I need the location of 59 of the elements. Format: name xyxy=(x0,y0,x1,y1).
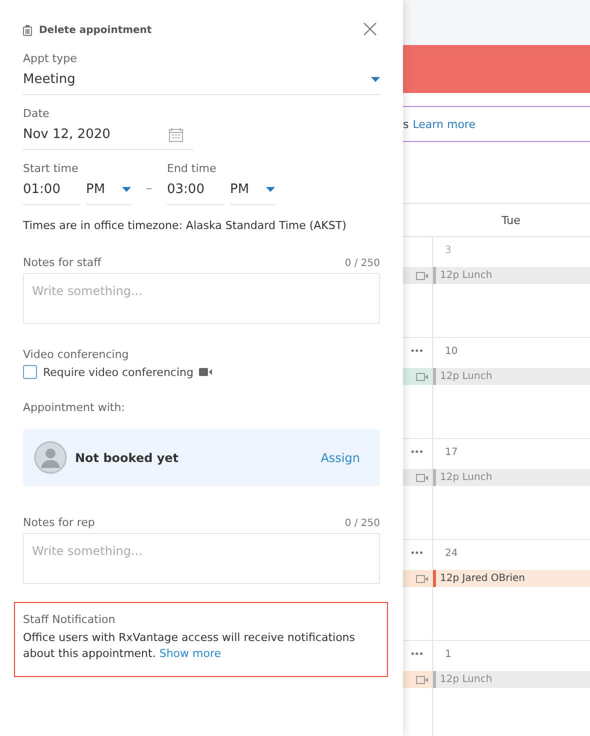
show-more-link[interactable]: Show more xyxy=(159,646,222,660)
calendar-event[interactable]: 12p Lunch xyxy=(433,469,590,486)
checkbox[interactable] xyxy=(23,365,37,379)
booking-status: Not booked yet xyxy=(75,450,180,464)
range-dash: – xyxy=(145,181,153,197)
more-menu-button[interactable]: ••• xyxy=(403,338,432,366)
video-camera-icon xyxy=(416,372,428,380)
period-select[interactable]: PM xyxy=(230,175,275,205)
more-menu-button[interactable]: ••• xyxy=(403,540,432,568)
field-label: Appointment with: xyxy=(23,401,126,414)
day-header: Tue xyxy=(502,214,520,226)
notification-title: Staff Notification xyxy=(23,613,116,626)
video-camera-icon xyxy=(199,368,212,376)
character-count: 0 / 250 xyxy=(344,518,380,529)
date-number: 1 xyxy=(444,648,452,662)
video-camera-icon xyxy=(416,574,428,582)
close-icon xyxy=(363,22,377,36)
rep-notes-field[interactable]: Write something... xyxy=(23,533,380,584)
date-number: 24 xyxy=(444,547,459,561)
date-number: 10 xyxy=(444,345,459,359)
field-label: Notes for staff xyxy=(23,256,102,269)
timezone-note: Times are in office timezone: Alaska Standard Time (AKST) xyxy=(23,219,348,232)
more-menu-button[interactable]: ••• xyxy=(403,439,432,467)
banner-text: s xyxy=(403,118,409,130)
period-select[interactable]: PM xyxy=(86,175,131,205)
end-time-field[interactable]: 03:00 xyxy=(167,175,224,205)
calendar-event[interactable]: 12p Lunch xyxy=(433,671,590,688)
assign-link[interactable]: Assign xyxy=(320,450,360,464)
delete-button[interactable]: Delete appointment xyxy=(23,24,152,36)
date-number: 17 xyxy=(444,446,459,460)
trash-icon xyxy=(23,24,32,36)
field-label: Start time xyxy=(23,162,80,175)
character-count: 0 / 250 xyxy=(344,258,380,269)
video-camera-icon xyxy=(416,474,428,482)
close-button[interactable] xyxy=(363,22,379,38)
calendar-event[interactable]: 12p Jared OBrien xyxy=(433,570,590,587)
more-menu-button[interactable]: ••• xyxy=(403,641,432,669)
field-label: Date xyxy=(23,107,50,120)
calendar-event[interactable]: 12p Lunch xyxy=(433,267,590,284)
caret-icon xyxy=(371,77,380,82)
checkbox-label: Require video conferencing xyxy=(43,366,194,378)
caret-icon xyxy=(266,187,275,192)
calendar-icon xyxy=(169,128,183,142)
start-time-field[interactable]: 01:00 xyxy=(23,175,80,205)
video-camera-icon xyxy=(416,272,428,280)
field-label: End time xyxy=(167,162,218,175)
video-camera-icon xyxy=(416,676,428,684)
calendar-event[interactable]: 12p Lunch xyxy=(433,368,590,385)
appt-type-select[interactable]: Meeting xyxy=(23,65,380,95)
avatar-icon xyxy=(34,441,67,474)
staff-notes-field[interactable]: Write something... xyxy=(23,273,380,324)
field-label: Appt type xyxy=(23,52,78,65)
caret-icon xyxy=(122,187,131,192)
notification-text: Office users with RxVantage access will receive notifications about this appointment. Show more xyxy=(23,630,356,662)
field-label: Video conferencing xyxy=(23,348,130,361)
date-field[interactable]: Nov 12, 2020 xyxy=(23,120,193,150)
field-label: Notes for rep xyxy=(23,516,95,529)
learn-more-link[interactable]: Learn more xyxy=(412,118,476,130)
date-number: 3 xyxy=(444,244,452,258)
